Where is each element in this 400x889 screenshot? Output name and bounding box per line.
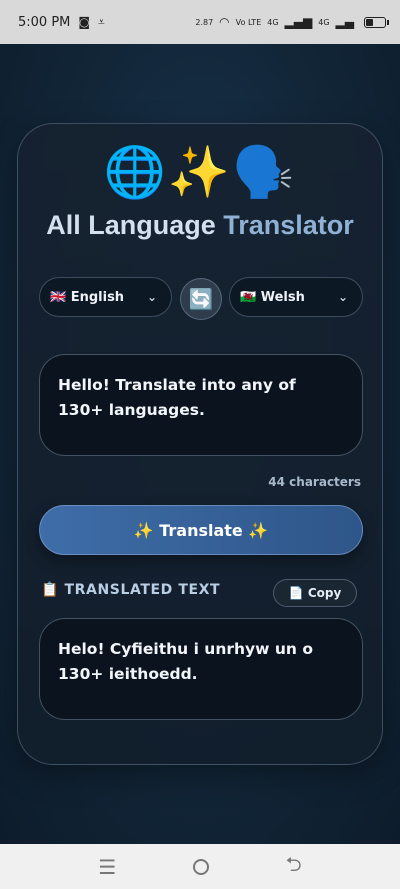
translated-text-label: 📋 TRANSLATED TEXT <box>41 582 221 598</box>
title-main: All Language <box>46 210 224 240</box>
copy-button[interactable]: 📄 Copy <box>273 579 357 607</box>
swap-icon: 🔄 <box>188 287 214 311</box>
back-icon[interactable]: ⮌ <box>286 850 302 884</box>
target-flag-icon: 🏴󠁧󠁢󠁷󠁬󠁳󠁿 <box>240 289 257 305</box>
source-flag-icon: 🇬🇧 <box>50 289 67 305</box>
network-speed: 2.87 <box>195 17 214 27</box>
notification-icon: ◙ <box>78 15 91 29</box>
home-icon[interactable] <box>192 858 209 875</box>
download-icon: ⩡ <box>98 14 105 29</box>
title-accent: Translator <box>223 210 354 240</box>
source-text-input[interactable]: Hello! Translate into any of 130+ langua… <box>39 354 363 456</box>
translator-card: 🌐✨🗣️ All Language Translator 🇬🇧 English … <box>17 123 383 765</box>
target-language-select[interactable]: 🏴󠁧󠁢󠁷󠁬󠁳󠁿 Welsh ⌄ <box>229 277 363 317</box>
volte-label: Vo LTE <box>235 17 262 27</box>
chevron-down-icon: ⌄ <box>146 290 157 304</box>
chevron-down-icon: ⌄ <box>337 290 348 304</box>
signal-label-1: 4G <box>267 17 279 27</box>
battery-fill <box>366 18 373 26</box>
menu-icon[interactable]: ☰ <box>98 855 116 879</box>
wifi-icon: ◠ <box>219 15 230 29</box>
signal-icon-2: ▂▄ <box>335 15 354 29</box>
translate-button[interactable]: ✨ Translate ✨ <box>39 505 363 555</box>
app-background: 🌐✨🗣️ All Language Translator 🇬🇧 English … <box>0 44 400 844</box>
status-time: 5:00 PM <box>18 14 71 30</box>
app-title: All Language Translator <box>18 210 382 241</box>
char-count: 44 characters <box>268 475 361 489</box>
signal-label-2: 4G <box>318 17 330 27</box>
source-language-select[interactable]: 🇬🇧 English ⌄ <box>39 277 172 317</box>
target-language-label: 🏴󠁧󠁢󠁷󠁬󠁳󠁿 Welsh <box>240 290 305 305</box>
header-emojis: 🌐✨🗣️ <box>103 143 297 201</box>
translated-text-output: Helo! Cyfieithu i unrhyw un o 130+ ieith… <box>39 618 363 720</box>
signal-icon-1: ▂▄▆ <box>284 15 313 29</box>
battery-icon <box>364 16 389 28</box>
target-language-name: Welsh <box>260 289 305 305</box>
status-bar: 5:00 PM ◙ ⩡ 2.87 ◠ Vo LTE 4G ▂▄▆ 4G ▂▄ <box>0 0 400 44</box>
source-language-label: 🇬🇧 English <box>50 290 124 305</box>
swap-languages-button[interactable]: 🔄 <box>180 278 222 320</box>
system-nav-bar: ☰ ⮌ <box>0 844 400 889</box>
source-language-name: English <box>70 289 125 305</box>
